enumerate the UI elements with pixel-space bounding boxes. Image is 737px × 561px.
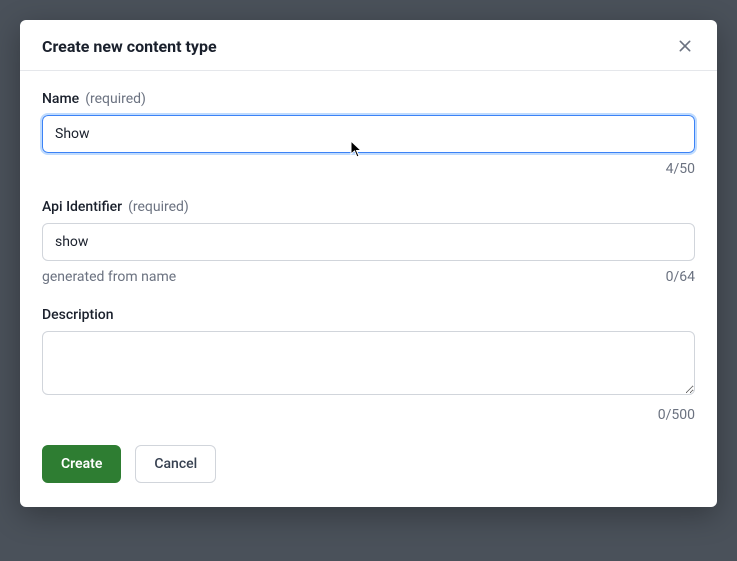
api-identifier-counter: 0/64 (666, 269, 695, 285)
description-field-group: Description 0/500 (42, 307, 695, 423)
cancel-button[interactable]: Cancel (135, 445, 216, 483)
create-content-type-modal: Create new content type Name (required) … (20, 20, 717, 507)
modal-header: Create new content type (20, 20, 717, 71)
api-identifier-required-hint: (required) (128, 199, 189, 215)
modal-title: Create new content type (42, 37, 217, 56)
name-label: Name (42, 91, 79, 107)
name-required-hint: (required) (85, 91, 146, 107)
close-button[interactable] (675, 36, 695, 56)
close-icon (677, 38, 693, 54)
api-identifier-label: Api Identifier (42, 199, 122, 215)
description-counter: 0/500 (658, 407, 695, 423)
api-identifier-input[interactable] (42, 223, 695, 261)
description-input[interactable] (42, 331, 695, 395)
modal-body: Name (required) 4/50 Api Identifier (req… (20, 71, 717, 483)
api-identifier-field-group: Api Identifier (required) generated from… (42, 199, 695, 285)
api-identifier-helper: generated from name (42, 269, 176, 285)
button-row: Create Cancel (42, 445, 695, 483)
name-counter: 4/50 (666, 161, 695, 177)
name-field-group: Name (required) 4/50 (42, 91, 695, 177)
description-label: Description (42, 307, 114, 323)
name-input[interactable] (42, 115, 695, 153)
create-button[interactable]: Create (42, 445, 121, 483)
